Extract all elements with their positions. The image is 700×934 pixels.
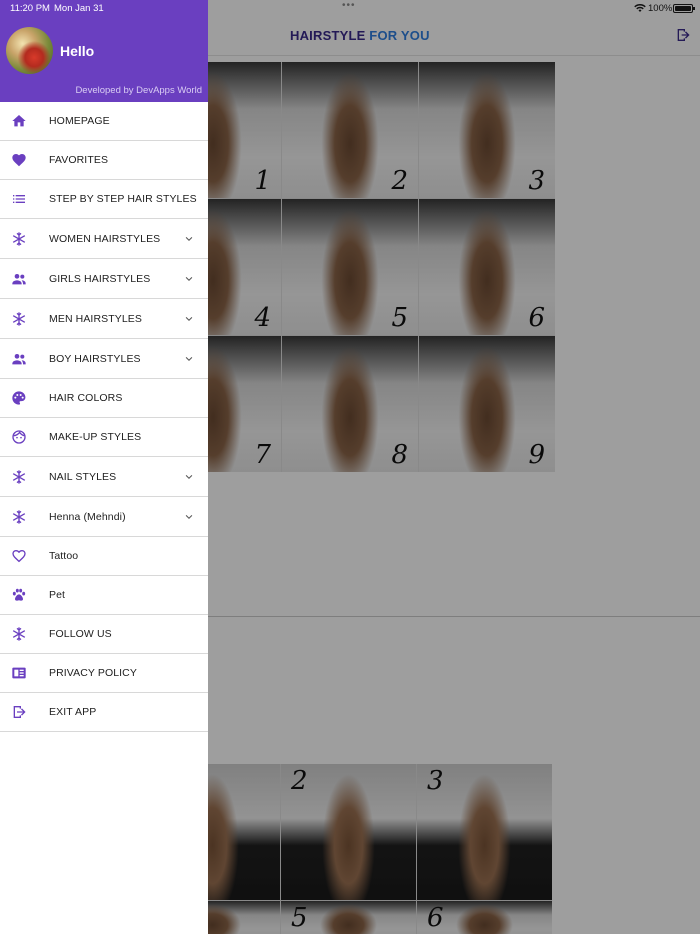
avatar[interactable]	[6, 27, 53, 74]
snowflake-icon	[11, 469, 27, 485]
menu-item-exit-app[interactable]: EXIT APP	[0, 693, 208, 732]
menu-item-nail-styles[interactable]: NAIL STYLES	[0, 457, 208, 497]
menu-item-favorites[interactable]: FAVORITES	[0, 141, 208, 180]
menu-item-label: Henna (Mehndi)	[49, 510, 126, 523]
menu-item-tattoo[interactable]: Tattoo	[0, 537, 208, 576]
menu-item-label: BOY HAIRSTYLES	[49, 352, 141, 365]
home-icon	[11, 113, 27, 129]
chevron-down-icon[interactable]	[184, 314, 194, 324]
policy-icon	[11, 665, 27, 681]
menu-item-boy-hairstyles[interactable]: BOY HAIRSTYLES	[0, 339, 208, 379]
list-icon	[11, 191, 27, 207]
battery-icon	[673, 4, 695, 13]
menu-item-makeup-styles[interactable]: MAKE-UP STYLES	[0, 418, 208, 457]
heart-icon	[11, 152, 27, 168]
menu-item-label: NAIL STYLES	[49, 470, 117, 483]
menu-item-label: HAIR COLORS	[49, 392, 123, 404]
snowflake-icon	[11, 231, 27, 247]
menu-item-label: Tattoo	[49, 550, 79, 562]
menu-item-label: Pet	[49, 589, 66, 601]
menu-item-label: FAVORITES	[49, 154, 109, 166]
exit-icon	[11, 704, 27, 720]
menu-item-women-hairstyles[interactable]: WOMEN HAIRSTYLES	[0, 219, 208, 259]
multitask-dots-icon[interactable]: •••	[342, 0, 356, 11]
face-icon	[11, 429, 27, 445]
menu-item-men-hairstyles[interactable]: MEN HAIRSTYLES	[0, 299, 208, 339]
paw-icon	[11, 587, 27, 603]
people-icon	[11, 351, 27, 367]
drawer-menu: HOMEPAGE FAVORITES STEP BY STEP HAIR STY…	[0, 102, 208, 732]
menu-item-label: EXIT APP	[49, 706, 97, 718]
menu-item-homepage[interactable]: HOMEPAGE	[0, 102, 208, 141]
developer-credit: Developed by DevApps World	[75, 85, 202, 96]
menu-item-label: FOLLOW US	[49, 628, 112, 640]
menu-item-privacy-policy[interactable]: PRIVACY POLICY	[0, 654, 208, 693]
greeting-text: Hello	[60, 43, 95, 59]
navigation-drawer: Hello Developed by DevApps World HOMEPAG…	[0, 0, 208, 934]
heart-outline-icon	[11, 548, 27, 564]
chevron-down-icon[interactable]	[184, 472, 194, 482]
menu-item-hair-colors[interactable]: HAIR COLORS	[0, 379, 208, 418]
snowflake-icon	[11, 311, 27, 327]
status-bar: 11:20 PM Mon Jan 31 ••• 100%	[0, 0, 700, 16]
menu-item-girls-hairstyles[interactable]: GIRLS HAIRSTYLES	[0, 259, 208, 299]
snowflake-icon	[11, 509, 27, 525]
menu-item-label: PRIVACY POLICY	[49, 667, 137, 679]
menu-item-follow-us[interactable]: FOLLOW US	[0, 615, 208, 654]
wifi-icon	[634, 4, 646, 12]
chevron-down-icon[interactable]	[184, 512, 194, 522]
battery-percentage: 100%	[648, 3, 673, 14]
menu-item-label: WOMEN HAIRSTYLES	[49, 232, 161, 245]
menu-item-henna[interactable]: Henna (Mehndi)	[0, 497, 208, 537]
status-time: 11:20 PM	[10, 3, 50, 14]
menu-item-label: MAKE-UP STYLES	[49, 431, 142, 443]
menu-item-label: MEN HAIRSTYLES	[49, 312, 143, 325]
menu-item-label: HOMEPAGE	[49, 115, 110, 127]
menu-item-label: GIRLS HAIRSTYLES	[49, 272, 151, 285]
menu-item-pet[interactable]: Pet	[0, 576, 208, 615]
chevron-down-icon[interactable]	[184, 274, 194, 284]
chevron-down-icon[interactable]	[184, 354, 194, 364]
menu-item-label: STEP BY STEP HAIR STYLES	[49, 193, 197, 205]
status-date: Mon Jan 31	[54, 3, 104, 14]
menu-item-step-by-step[interactable]: STEP BY STEP HAIR STYLES	[0, 180, 208, 219]
snowflake-icon	[11, 626, 27, 642]
people-icon	[11, 271, 27, 287]
palette-icon	[11, 390, 27, 406]
chevron-down-icon[interactable]	[184, 234, 194, 244]
